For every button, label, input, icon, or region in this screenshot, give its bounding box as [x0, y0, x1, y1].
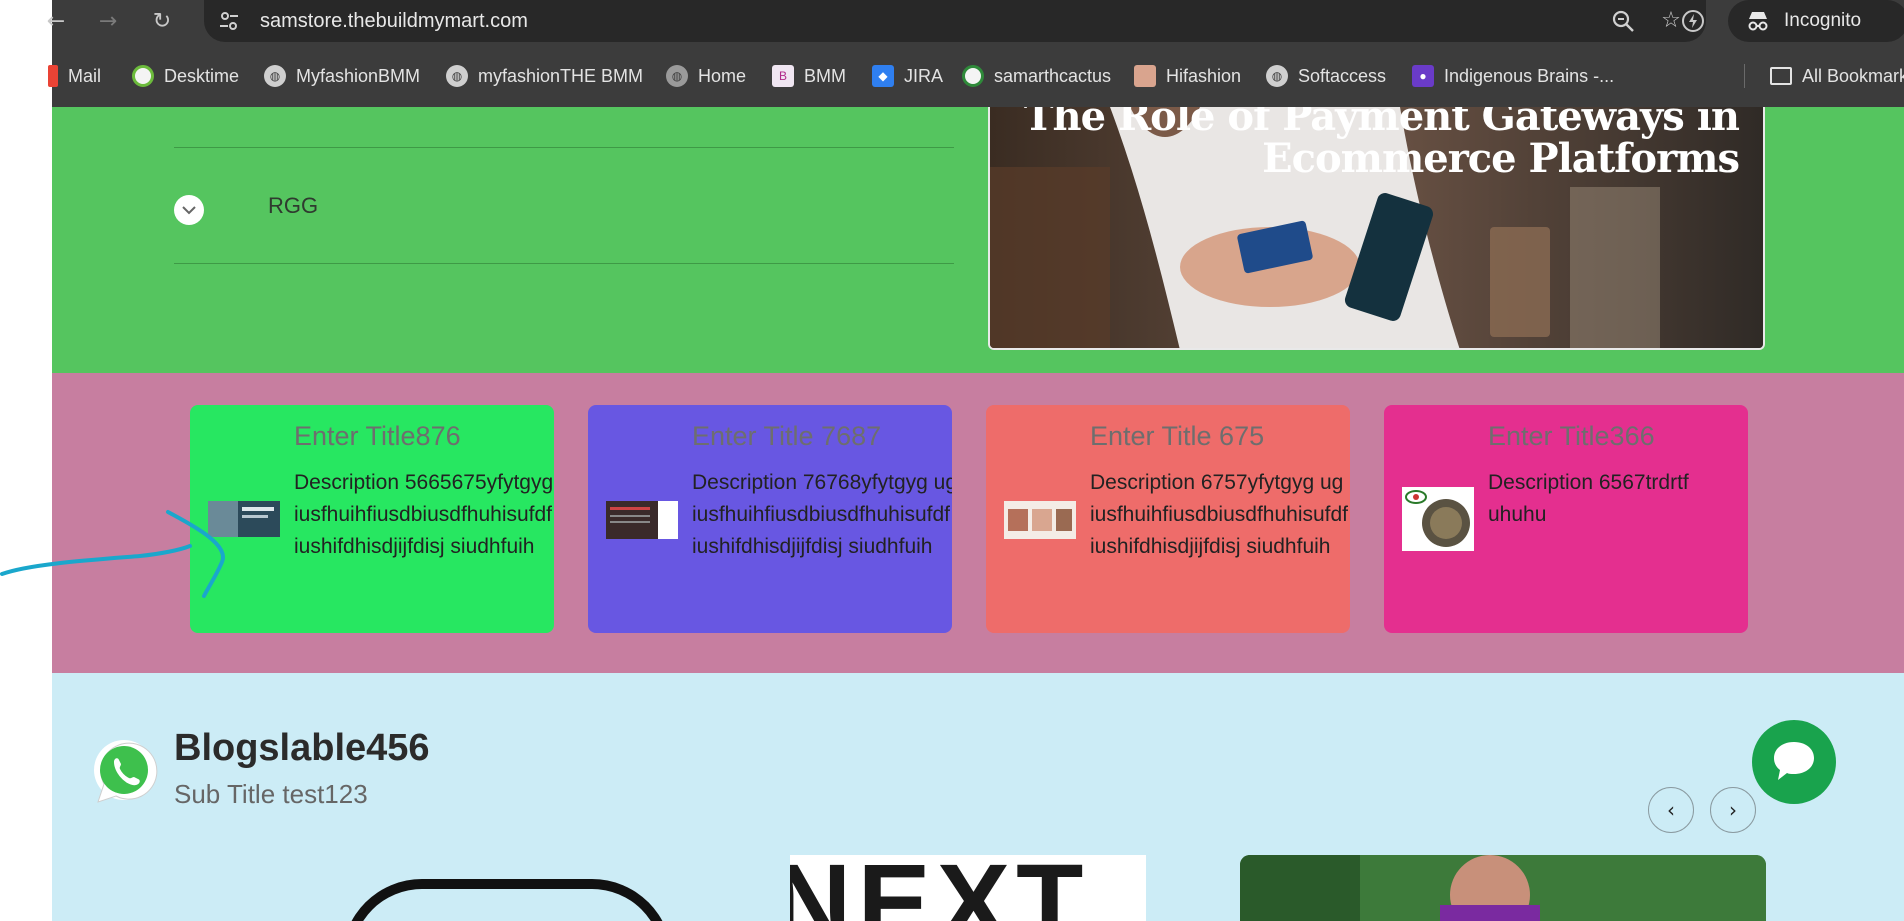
blog-card-image[interactable]: [1240, 855, 1766, 921]
cards-section: Enter Title876 Description 5665675yfytgy…: [52, 373, 1904, 673]
cactus-icon: [962, 64, 984, 87]
bookmark-all-bookmarks[interactable]: All Bookmarks: [1770, 56, 1904, 96]
incognito-badge[interactable]: Incognito: [1728, 0, 1904, 42]
card-description: Description 76768yfytgyg ug iusfhuihfius…: [692, 471, 952, 558]
bookmark-myfashion-the-bmm[interactable]: ◍ myfashionTHE BMM: [446, 56, 643, 96]
blog-card-image[interactable]: NEXT: [790, 855, 1146, 921]
card-description: Description 5665675yfytgyg ug iusfhuihfi…: [294, 471, 554, 558]
bmm-icon: B: [772, 64, 794, 87]
address-bar[interactable]: samstore.thebuildmymart.com ☆: [204, 0, 1706, 42]
globe-icon: ◍: [446, 64, 468, 87]
extensions-icon[interactable]: [1678, 8, 1708, 38]
bookmark-jira[interactable]: ◆ JIRA: [872, 56, 943, 96]
forward-icon[interactable]: →: [92, 6, 124, 38]
globe-icon: ◍: [1266, 64, 1288, 87]
card-thumbnail: [208, 501, 280, 537]
blog-card-image[interactable]: [342, 879, 672, 921]
reload-icon[interactable]: ↻: [146, 6, 178, 38]
back-icon[interactable]: ←: [40, 6, 72, 38]
chat-icon: [1774, 742, 1814, 780]
faq-divider: [174, 147, 954, 148]
bookmarks-separator: [1744, 64, 1745, 88]
bookmark-indigenous-brains[interactable]: ● Indigenous Brains -...: [1412, 56, 1614, 96]
screen: ← → ↻ samstore.thebuildmymart.com ☆ Inco…: [0, 0, 1904, 921]
card-thumbnail: [1402, 487, 1474, 551]
blog-section-subtitle: Sub Title test123: [174, 779, 368, 809]
card-thumbnail: [1004, 501, 1076, 539]
card-title: Enter Title 675: [1090, 421, 1265, 451]
folder-icon: [1770, 66, 1792, 85]
bookmark-myfashionbmm[interactable]: ◍ MyfashionBMM: [264, 56, 420, 96]
bookmark-samarthcactus[interactable]: samarthcactus: [962, 56, 1111, 96]
carousel-prev-button[interactable]: ‹: [1648, 787, 1694, 833]
globe-icon: ◍: [666, 64, 688, 87]
faq-divider: [174, 263, 954, 264]
blog-card-photo: [1240, 855, 1766, 921]
bookmarks-bar: Mail Desktime ◍ MyfashionBMM ◍ myfashionTH…: [48, 56, 1904, 96]
whatsapp-icon[interactable]: [86, 734, 162, 810]
feature-card[interactable]: Enter Title366 Description 6567trdrtf uh…: [1384, 405, 1748, 633]
chevron-down-icon[interactable]: [174, 195, 204, 225]
bookmark-mail[interactable]: Mail: [48, 56, 101, 96]
card-description: Description 6567trdrtf uhuhu: [1488, 471, 1689, 526]
blog-section-title: Blogslable456: [174, 727, 430, 769]
jira-icon: ◆: [872, 64, 894, 87]
incognito-label: Incognito: [1784, 10, 1862, 31]
feature-card[interactable]: Enter Title876 Description 5665675yfytgy…: [190, 405, 554, 633]
banner-title-line-2: Ecommerce Platforms: [1262, 135, 1740, 182]
site-settings-icon[interactable]: [218, 10, 240, 32]
bookmark-hifashion[interactable]: Hifashion: [1134, 56, 1241, 96]
chat-button[interactable]: [1752, 720, 1836, 804]
card-thumbnail: [606, 501, 678, 539]
faq-item-label[interactable]: RGG: [268, 193, 318, 219]
hifashion-icon: [1134, 64, 1156, 87]
globe-icon: ◍: [264, 64, 286, 87]
incognito-icon: [1746, 0, 1770, 57]
bookmark-home[interactable]: ◍ Home: [666, 56, 746, 96]
indigenous-icon: ●: [1412, 64, 1434, 87]
bookmark-bmm[interactable]: B BMM: [772, 56, 846, 96]
blog-section: Blogslable456 Sub Title test123 ‹ › NEXT: [52, 673, 1904, 921]
gmail-icon: [48, 64, 58, 87]
zoom-icon[interactable]: [1610, 8, 1636, 34]
feature-card[interactable]: Enter Title 675 Description 6757yfytgyg …: [986, 405, 1350, 633]
blog-banner-image[interactable]: The Role of Payment Gateways in Ecommerc…: [988, 107, 1765, 350]
card-title: Enter Title 7687: [692, 421, 882, 451]
browser-chrome: ← → ↻ samstore.thebuildmymart.com ☆ Inco…: [47, 0, 1904, 107]
blog-card-text: NEXT: [790, 855, 1090, 921]
card-title: Enter Title366: [1488, 421, 1655, 451]
bookmark-desktime[interactable]: Desktime: [132, 56, 239, 96]
card-description: Description 6757yfytgyg ug iusfhuihfiusd…: [1090, 471, 1349, 558]
web-page: RGG The Role of Payment Gateways in Ecom…: [52, 107, 1904, 921]
feature-card[interactable]: Enter Title 7687 Description 76768yfytgy…: [588, 405, 952, 633]
desktime-icon: [132, 64, 154, 87]
card-title: Enter Title876: [294, 421, 461, 451]
bookmark-softaccess[interactable]: ◍ Softaccess: [1266, 56, 1386, 96]
faq-section: RGG The Role of Payment Gateways in Ecom…: [52, 107, 1904, 373]
carousel-next-button[interactable]: ›: [1710, 787, 1756, 833]
url-text[interactable]: samstore.thebuildmymart.com: [260, 0, 528, 42]
